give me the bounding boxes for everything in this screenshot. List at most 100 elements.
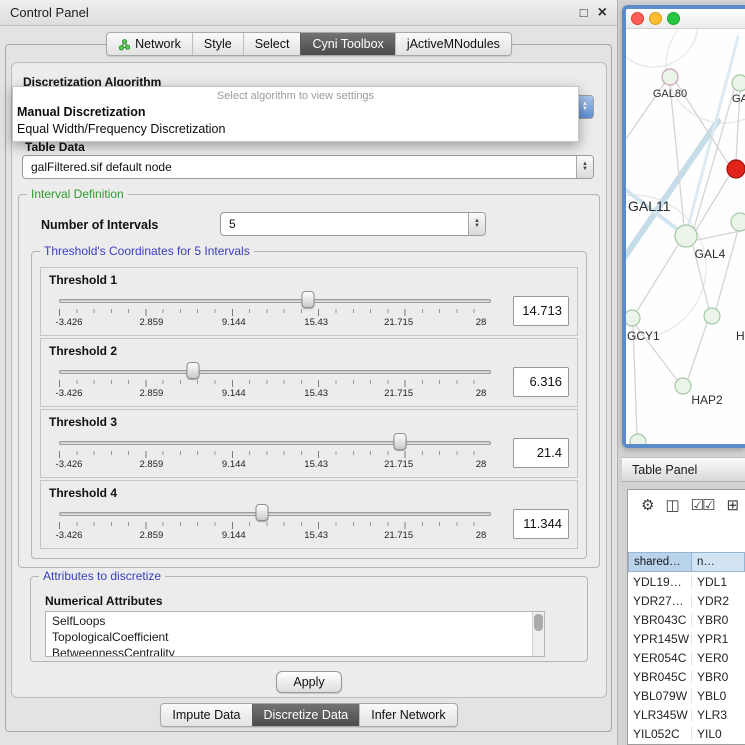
number-of-intervals-select[interactable]: 5 ▲▼ — [220, 212, 486, 236]
table-row[interactable]: YIL052CYIL0 — [628, 724, 745, 743]
threshold-slider[interactable]: -3.4262.8599.14415.4321.71528 — [49, 432, 501, 474]
threshold-value-field[interactable]: 6.316 — [513, 367, 569, 397]
settings-gear-icon[interactable]: ⚙ — [641, 498, 652, 513]
slider-scale: -3.4262.8599.14415.4321.71528 — [59, 459, 491, 471]
network-node[interactable] — [675, 378, 691, 394]
network-edge[interactable] — [688, 323, 707, 379]
threshold-value-field[interactable]: 11.344 — [513, 509, 569, 539]
top-tab-bar: Network Style Select Cyni Toolbox jActiveMNo… — [106, 32, 512, 56]
grid-icon[interactable]: ⊞ — [727, 498, 738, 513]
column-header-shared[interactable]: shared… — [628, 552, 692, 572]
algorithm-dropdown-popup: Select algorithm to view settings Manual… — [12, 86, 579, 142]
tab-cyni-toolbox[interactable]: Cyni Toolbox — [300, 33, 394, 55]
scale-tick-label: -3.426 — [56, 388, 83, 399]
network-node[interactable] — [675, 225, 697, 247]
table-cell: YIL052C — [628, 727, 692, 741]
table-cell: YBR043C — [628, 613, 692, 627]
tab-label: Select — [255, 37, 290, 51]
network-node[interactable] — [727, 160, 745, 178]
list-item[interactable]: TopologicalCoefficient — [52, 629, 544, 645]
network-edge[interactable] — [670, 85, 684, 226]
scale-tick-label: 2.859 — [140, 530, 164, 541]
apply-button[interactable]: Apply — [276, 671, 342, 693]
tab-label: Discretize Data — [264, 708, 349, 722]
tab-infer-network[interactable]: Infer Network — [359, 704, 456, 726]
scale-tick-label: 21.715 — [384, 388, 413, 399]
threshold-slider[interactable]: -3.4262.8599.14415.4321.71528 — [49, 503, 501, 545]
network-node[interactable] — [630, 434, 646, 444]
table-row[interactable]: YDR27…YDR2 — [628, 591, 745, 610]
network-edge[interactable] — [694, 90, 734, 228]
slider-thumb[interactable] — [186, 362, 199, 379]
table-row[interactable]: YBR043CYBR0 — [628, 610, 745, 629]
stepper-icon: ▲▼ — [468, 213, 485, 235]
panel-title: Control Panel — [10, 5, 570, 20]
scale-tick-label: 2.859 — [140, 388, 164, 399]
slider-thumb[interactable] — [302, 291, 315, 308]
table-cell: YER054C — [628, 651, 692, 665]
zoom-traffic-light-icon[interactable] — [667, 12, 680, 25]
screen: Control Panel □ × Network Style Select Cyni… — [0, 0, 745, 745]
slider-major-ticks — [59, 380, 491, 387]
list-item[interactable]: SelfLoops — [52, 613, 544, 629]
network-edge[interactable] — [697, 231, 740, 240]
scrollbar[interactable] — [532, 612, 544, 656]
menu-item-equal-width-frequency-discretization[interactable]: Equal Width/Frequency Discretization — [13, 121, 578, 138]
close-traffic-light-icon[interactable] — [631, 12, 644, 25]
tab-impute-data[interactable]: Impute Data — [161, 704, 251, 726]
network-node[interactable] — [704, 308, 720, 324]
thresholds-container: Threshold 1-3.4262.8599.14415.4321.71528… — [40, 267, 578, 551]
tab-jactivemnodules[interactable]: jActiveMNodules — [395, 33, 511, 55]
network-node[interactable] — [662, 69, 678, 85]
tab-label: Impute Data — [172, 708, 240, 722]
network-node[interactable] — [626, 310, 640, 326]
table-row[interactable]: YBR045CYBR0 — [628, 667, 745, 686]
slider-thumb[interactable] — [394, 433, 407, 450]
scale-tick-label: -3.426 — [56, 459, 83, 470]
threshold-value-field[interactable]: 21.4 — [513, 438, 569, 468]
numerical-attributes-list[interactable]: SelfLoopsTopologicalCoefficientBetweenne… — [45, 611, 545, 657]
table-row[interactable]: YBL079WYBL0 — [628, 686, 745, 705]
tab-label: Style — [204, 37, 232, 51]
tab-network[interactable]: Network — [107, 33, 192, 55]
threshold-label: Threshold 4 — [49, 486, 569, 500]
table-row[interactable]: YPR145WYPR1 — [628, 629, 745, 648]
tab-style[interactable]: Style — [192, 33, 243, 55]
table-panel-body: ⚙◫☑☑⊞ shared…n… YDL19…YDL1YDR27…YDR2YBR0… — [627, 489, 745, 745]
network-edge[interactable] — [688, 37, 738, 227]
minimize-traffic-light-icon[interactable] — [649, 12, 662, 25]
control-panel-titlebar: Control Panel □ × — [0, 0, 617, 26]
scale-tick-label: 9.144 — [222, 388, 246, 399]
threshold-slider[interactable]: -3.4262.8599.14415.4321.71528 — [49, 361, 501, 403]
table-cell: YDR27… — [628, 594, 692, 608]
table-row[interactable]: YER054CYER0 — [628, 648, 745, 667]
network-canvas[interactable]: GAL80GAGAL11GAL4GCY1HHAP2 — [626, 29, 745, 444]
slider-thumb[interactable] — [256, 504, 269, 521]
table-data-select[interactable]: galFiltered.sif default node ▲▼ — [22, 155, 594, 179]
network-node[interactable] — [732, 75, 745, 91]
menu-item-manual-discretization[interactable]: Manual Discretization — [13, 104, 578, 121]
tab-discretize-data[interactable]: Discretize Data — [252, 704, 360, 726]
threshold-row: -3.4262.8599.14415.4321.715286.316 — [49, 361, 569, 403]
node-label: GCY1 — [627, 329, 660, 343]
network-node[interactable] — [731, 213, 745, 231]
columns-icon[interactable]: ◫ — [665, 498, 677, 513]
network-edge[interactable] — [637, 245, 678, 311]
table-cell: YBR0 — [692, 613, 745, 627]
close-icon[interactable]: × — [598, 5, 607, 21]
threshold-value-field[interactable]: 14.713 — [513, 296, 569, 326]
float-window-icon[interactable]: □ — [580, 6, 588, 19]
tab-label: Cyni Toolbox — [312, 37, 383, 51]
threshold-block: Threshold 2-3.4262.8599.14415.4321.71528… — [40, 338, 578, 407]
table-panel-header: Table Panel — [622, 457, 745, 482]
node-label: GAL80 — [653, 88, 687, 100]
threshold-slider[interactable]: -3.4262.8599.14415.4321.71528 — [49, 290, 501, 332]
list-item[interactable]: BetweennessCentrality — [52, 645, 544, 657]
scrollbar-thumb[interactable] — [534, 614, 543, 631]
table-row[interactable]: YDL19…YDL1 — [628, 572, 745, 591]
tab-select[interactable]: Select — [243, 33, 301, 55]
select-columns-icon[interactable]: ☑☑ — [691, 498, 714, 513]
table-row[interactable]: YLR345WYLR3 — [628, 705, 745, 724]
column-header-n[interactable]: n… — [692, 552, 745, 572]
threshold-block: Threshold 4 -3.4262.8599.14415.4321.71528… — [40, 480, 578, 549]
